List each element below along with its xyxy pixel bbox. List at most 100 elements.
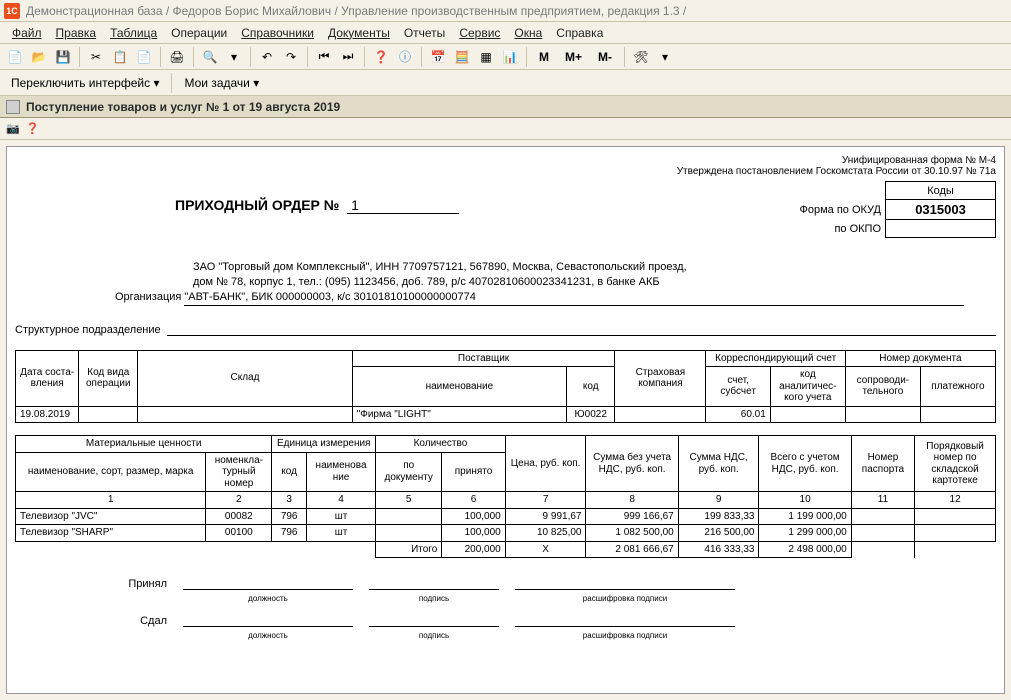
grid-icon[interactable]: ▦ <box>475 46 497 68</box>
print-icon[interactable]: 🖨 <box>166 46 188 68</box>
menu-file[interactable]: Файл <box>6 24 48 42</box>
undo-icon[interactable]: ↶ <box>256 46 278 68</box>
tools-dropdown-icon[interactable]: ▾ <box>654 46 676 68</box>
okpo-label: по ОКПО <box>792 220 886 238</box>
menu-catalogs[interactable]: Справочники <box>235 24 320 42</box>
org-label: Организация <box>115 290 181 305</box>
main-toolbar: 📄 📂 💾 ✂ 📋 📄 🖨 🔍 ▾ ↶ ↷ ⏮ ⏭ ❓ ⓘ 📅 🧮 ▦ 📊 M … <box>0 44 1011 70</box>
ih-unit-name: наименова ние <box>306 452 375 492</box>
search-dropdown-icon[interactable]: ▾ <box>223 46 245 68</box>
nav-last-icon[interactable]: ⏭ <box>337 46 359 68</box>
secondary-toolbar: Переключить интерфейс ▾ Мои задачи ▾ <box>0 70 1011 96</box>
organization-block: ЗАО "Торговый дом Комплексный", ИНН 7709… <box>115 260 996 306</box>
sign-delivered-sig <box>369 613 499 627</box>
ih-name-sort: наименование, сорт, размер, марка <box>16 452 206 492</box>
row-insurance <box>615 406 706 423</box>
my-tasks-button[interactable]: Мои задачи ▾ <box>177 72 266 94</box>
title-bar: 1C Демонстрационная база / Федоров Борис… <box>0 0 1011 22</box>
menu-help[interactable]: Справка <box>550 24 609 42</box>
cut-icon[interactable]: ✂ <box>85 46 107 68</box>
info-icon[interactable]: ⓘ <box>394 46 416 68</box>
org-line2: дом № 78, корпус 1, тел.: (095) 1123456,… <box>193 275 996 290</box>
nav-first-icon[interactable]: ⏮ <box>313 46 335 68</box>
app-logo-icon: 1C <box>4 3 20 19</box>
memory-mplus-button[interactable]: M+ <box>558 46 589 68</box>
ih-passport: Номер паспорта <box>851 436 914 492</box>
menu-documents[interactable]: Документы <box>322 24 396 42</box>
menu-edit[interactable]: Правка <box>50 24 103 42</box>
open-icon[interactable]: 📂 <box>28 46 50 68</box>
hdr-doc-payment: платежного <box>920 367 995 407</box>
hdr-doc-accomp: сопроводи- тельного <box>845 367 920 407</box>
row-supplier-code: Ю0022 <box>567 406 615 423</box>
new-doc-icon[interactable]: 📄 <box>4 46 26 68</box>
sign-delivered-pos <box>183 613 353 627</box>
okpo-value <box>886 220 996 238</box>
row-doc-accomp <box>845 406 920 423</box>
redo-icon[interactable]: ↷ <box>280 46 302 68</box>
ih-qty-doc: по документу <box>376 452 442 492</box>
totals-sumnovat: 2 081 666,67 <box>586 541 678 558</box>
sign-received-name <box>515 576 735 590</box>
form-info-line1: Унифицированная форма № М-4 <box>15 155 996 166</box>
ih-sumnovat: Сумма без учета НДС, руб. коп. <box>586 436 678 492</box>
struct-line: Структурное подразделение <box>15 322 996 336</box>
row-acct-anal <box>770 406 845 423</box>
okud-label: Форма по ОКУД <box>792 200 886 220</box>
menu-reports[interactable]: Отчеты <box>398 24 451 42</box>
okud-value: 0315003 <box>886 200 996 220</box>
copy-icon[interactable]: 📋 <box>109 46 131 68</box>
hdr-date: Дата соста- вления <box>16 350 79 406</box>
menu-windows[interactable]: Окна <box>508 24 548 42</box>
struct-label: Структурное подразделение <box>15 324 161 336</box>
memory-mminus-button[interactable]: M- <box>591 46 619 68</box>
report-icon[interactable]: 📊 <box>499 46 521 68</box>
document-content: Унифицированная форма № М-4 Утверждена п… <box>6 146 1005 694</box>
calc-icon[interactable]: 🧮 <box>451 46 473 68</box>
ih-totalvat: Всего с учетом НДС, руб. коп. <box>759 436 851 492</box>
kody-block: Коды Форма по ОКУД 0315003 по ОКПО <box>792 181 997 238</box>
switch-interface-button[interactable]: Переключить интерфейс ▾ <box>4 72 166 94</box>
org-line1: ЗАО "Торговый дом Комплексный", ИНН 7709… <box>193 260 996 275</box>
hdr-corracct: Корреспондирующий счет <box>706 350 845 367</box>
totals-vatsum: 416 333,33 <box>678 541 759 558</box>
question-icon[interactable]: ❓ <box>26 122 40 135</box>
calendar-icon[interactable]: 📅 <box>427 46 449 68</box>
menu-operations[interactable]: Операции <box>165 24 233 42</box>
ih-unit: Единица измерения <box>272 436 376 453</box>
sign-received-label: Принял <box>15 578 175 590</box>
menu-bar: Файл Правка Таблица Операции Справочники… <box>0 22 1011 44</box>
row-supplier-name: "Фирма "LIGHT" <box>352 406 566 423</box>
save-icon[interactable]: 💾 <box>52 46 74 68</box>
row-opcode <box>79 406 138 423</box>
ih-price: Цена, руб. коп. <box>505 436 586 492</box>
menu-table[interactable]: Таблица <box>104 24 163 42</box>
ih-nomencl: номенкла- турный номер <box>206 452 272 492</box>
signature-block: Принял должность подпись расшифровка под… <box>15 576 996 640</box>
org-value: "АВТ-БАНК", БИК 000000003, к/с 301018101… <box>184 290 964 306</box>
sign-delivered-label: Сдал <box>15 615 175 627</box>
hdr-insurance: Страховая компания <box>615 350 706 406</box>
hdr-opcode: Код вида операции <box>79 350 138 406</box>
memory-m-button[interactable]: M <box>532 46 556 68</box>
paste-icon[interactable]: 📄 <box>133 46 155 68</box>
search-icon[interactable]: 🔍 <box>199 46 221 68</box>
hdr-supplier-code: код <box>567 367 615 407</box>
table-row: Телевизор "JVC"00082796шт100,0009 991,67… <box>16 508 996 525</box>
hdr-acct-sub: счет, субсчет <box>706 367 770 407</box>
sign-received-sig <box>369 576 499 590</box>
document-number: 1 <box>347 197 459 214</box>
col-number-row: 12 34 56 78 910 1112 <box>16 492 996 509</box>
help-icon[interactable]: ❓ <box>370 46 392 68</box>
row-date: 19.08.2019 <box>16 406 79 423</box>
tools-icon[interactable]: 🛠 <box>630 46 652 68</box>
camera-icon[interactable]: 📷 <box>6 122 20 135</box>
items-table: Материальные ценности Единица измерения … <box>15 435 996 558</box>
kody-header: Коды <box>886 182 996 200</box>
totals-label: Итого <box>376 541 442 558</box>
totals-qty: 200,000 <box>442 541 505 558</box>
menu-service[interactable]: Сервис <box>453 24 506 42</box>
document-tab[interactable]: Поступление товаров и услуг № 1 от 19 ав… <box>0 96 1011 118</box>
document-tab-icon <box>6 100 20 114</box>
form-info-line2: Утверждена постановлением Госкомстата Ро… <box>15 166 996 177</box>
